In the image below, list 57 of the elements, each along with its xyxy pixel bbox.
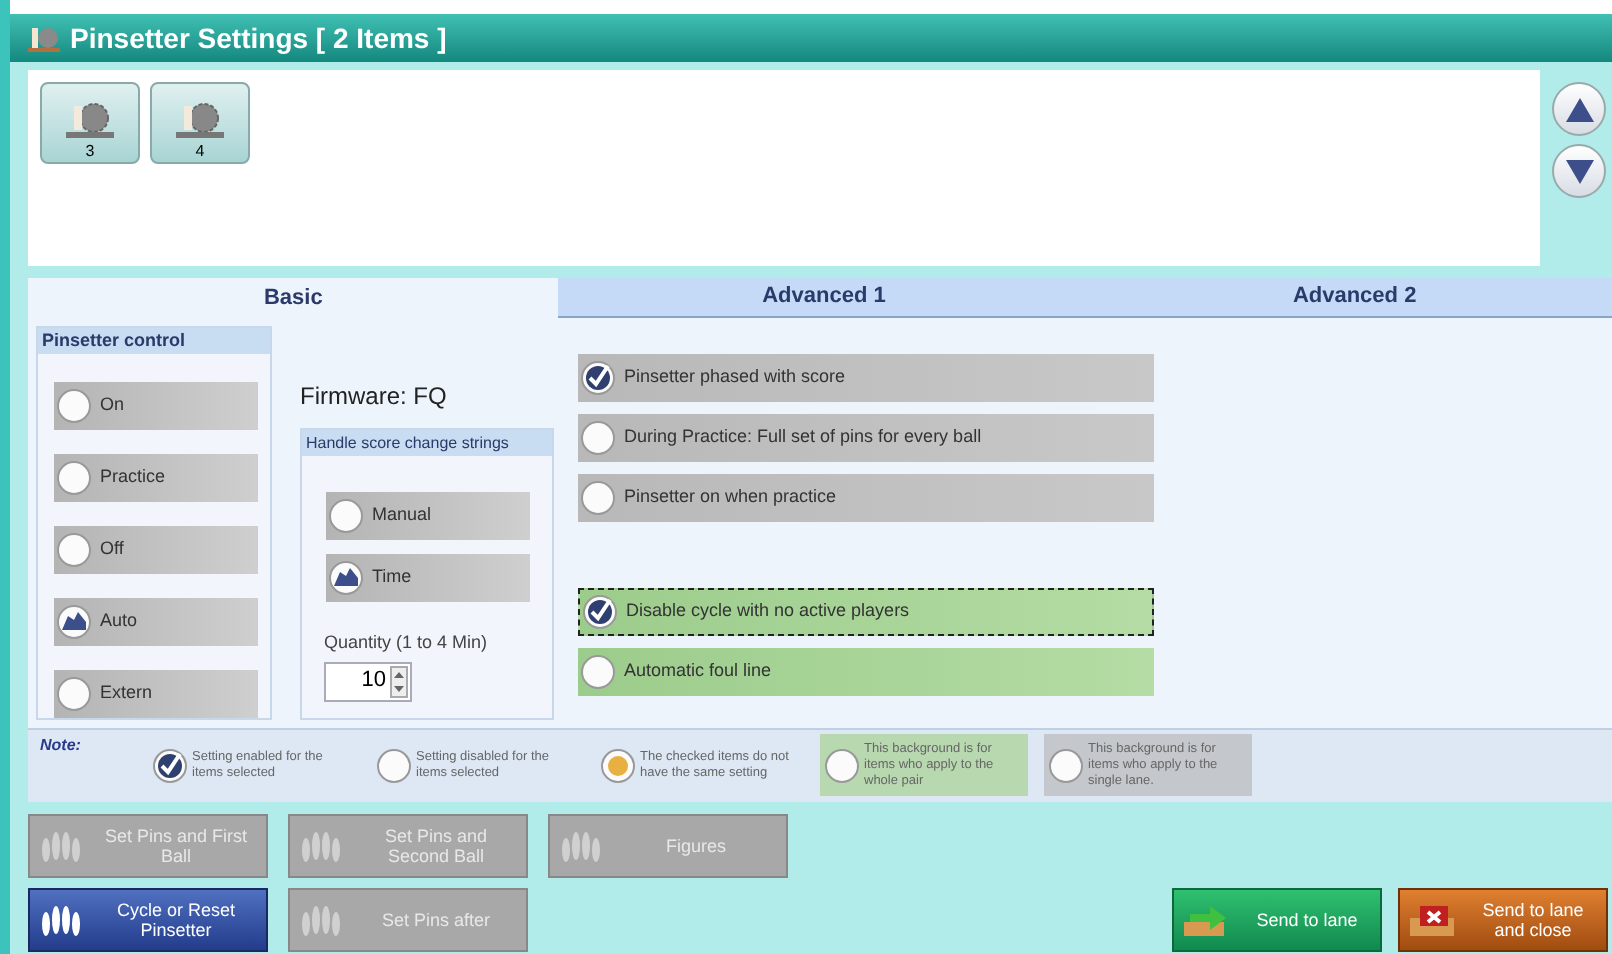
circle-icon <box>580 654 616 690</box>
radio-icon <box>328 560 364 596</box>
checkbox-option[interactable]: Pinsetter on when practice <box>578 474 1154 522</box>
radio-icon <box>56 676 92 712</box>
tab[interactable]: Basic <box>28 278 559 318</box>
radio-icon <box>56 604 92 640</box>
checkbox-option[interactable]: Automatic foul line <box>578 648 1154 696</box>
send-button[interactable]: Send to lane and close <box>1398 888 1608 952</box>
checkmark-icon <box>580 360 616 396</box>
quantity-spinner[interactable]: 10 <box>324 661 412 701</box>
radio-option[interactable]: Extern <box>54 670 258 718</box>
up-arrow-icon <box>1565 97 1593 121</box>
radio-option[interactable]: On <box>54 382 258 430</box>
scroll-down-button[interactable] <box>1552 144 1606 198</box>
spinner-arrows-icon[interactable] <box>390 665 408 697</box>
window-title: Pinsetter Settings [ 2 Items ] <box>70 19 447 58</box>
radio-icon <box>56 532 92 568</box>
pins-gear-icon <box>172 98 228 142</box>
scroll-up-button[interactable] <box>1552 82 1606 136</box>
lane-item-tile[interactable]: 3 <box>40 82 140 164</box>
group-title: Handle score change strings <box>302 430 552 456</box>
checkmark-icon <box>152 747 188 783</box>
circle-icon <box>824 747 860 783</box>
checkmark-icon <box>582 594 618 630</box>
tab[interactable]: Advanced 1 <box>558 278 1090 318</box>
group-title: Pinsetter control <box>38 328 270 354</box>
checkbox-option[interactable]: During Practice: Full set of pins for every ball <box>578 414 1154 462</box>
radio-icon <box>328 498 364 534</box>
radio-icon <box>56 460 92 496</box>
circle-icon <box>1048 747 1084 783</box>
dot-icon <box>600 747 636 783</box>
tab[interactable]: Advanced 2 <box>1089 278 1612 318</box>
radio-icon <box>56 388 92 424</box>
pins-icon <box>558 826 606 866</box>
pins-icon <box>38 900 86 940</box>
radio-option[interactable]: Practice <box>54 454 258 502</box>
pins-gear-icon <box>62 98 118 142</box>
radio-option[interactable]: Manual <box>326 492 530 540</box>
note-label: Note: <box>40 734 83 758</box>
pins-icon <box>38 826 86 866</box>
pins-gear-icon <box>26 22 62 54</box>
circle-icon <box>376 747 412 783</box>
radio-option[interactable]: Off <box>54 526 258 574</box>
radio-option[interactable]: Time <box>326 554 530 602</box>
radio-option[interactable]: Auto <box>54 598 258 646</box>
close-icon <box>1408 902 1460 938</box>
circle-icon <box>580 420 616 456</box>
checkbox-option[interactable]: Disable cycle with no active players <box>578 588 1154 636</box>
quantity-label: Quantity (1 to 4 Min) <box>324 630 490 656</box>
lane-item-tile[interactable]: 4 <box>150 82 250 164</box>
pins-icon <box>298 900 346 940</box>
firmware-label: Firmware: FQ <box>300 380 447 414</box>
checkbox-option[interactable]: Pinsetter phased with score <box>578 354 1154 402</box>
down-arrow-icon <box>1565 159 1593 183</box>
action-button[interactable]: Cycle or Reset Pinsetter <box>28 888 268 952</box>
circle-icon <box>580 480 616 516</box>
pins-icon <box>298 826 346 866</box>
